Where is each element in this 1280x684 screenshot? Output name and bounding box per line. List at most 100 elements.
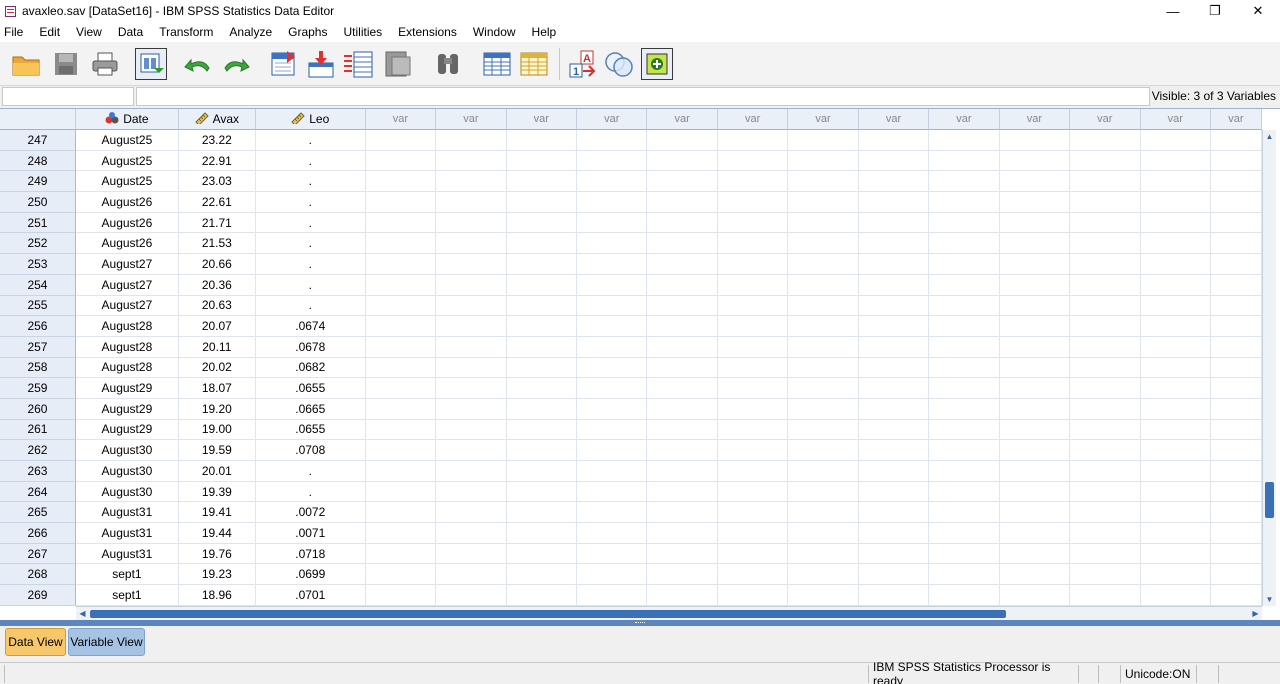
cell-empty[interactable] [999, 543, 1071, 565]
cell-empty[interactable] [436, 502, 507, 524]
cell-empty[interactable] [858, 357, 930, 379]
cell-empty[interactable] [577, 274, 648, 296]
cell-empty[interactable] [647, 543, 718, 565]
cell-empty[interactable] [365, 481, 437, 503]
cell-empty[interactable] [999, 150, 1071, 172]
cell-empty[interactable] [929, 171, 1000, 193]
cell-empty[interactable] [577, 502, 648, 524]
cell-empty[interactable] [436, 523, 507, 544]
cell-date[interactable]: August31 [75, 543, 179, 565]
cell-empty[interactable] [436, 150, 507, 172]
menu-transform[interactable]: Transform [151, 22, 221, 42]
cell-empty[interactable] [436, 461, 507, 482]
insert-cases-icon[interactable] [481, 48, 513, 80]
cell-empty[interactable] [717, 274, 789, 296]
cell-empty[interactable] [788, 150, 859, 172]
cell-empty[interactable] [1210, 336, 1262, 358]
cell-empty[interactable] [506, 254, 578, 275]
cell-empty[interactable] [929, 357, 1000, 379]
cell-empty[interactable] [365, 357, 437, 379]
go-to-variable-icon[interactable] [305, 48, 337, 80]
cell-date[interactable]: August31 [75, 502, 179, 524]
menu-file[interactable]: File [0, 22, 31, 42]
row-number[interactable]: 264 [0, 481, 76, 503]
horizontal-scroll-thumb[interactable] [90, 610, 1007, 618]
cell-empty[interactable] [1210, 502, 1262, 524]
cell-empty[interactable] [1140, 295, 1211, 317]
cell-empty[interactable] [858, 150, 930, 172]
cell-empty[interactable] [858, 502, 930, 524]
cell-leo[interactable]: . [255, 295, 366, 317]
cell-empty[interactable] [506, 336, 578, 358]
cell-date[interactable]: August30 [75, 461, 179, 482]
menu-edit[interactable]: Edit [31, 22, 68, 42]
cell-empty[interactable] [506, 150, 578, 172]
insert-variable-icon[interactable] [518, 48, 550, 80]
cell-empty[interactable] [717, 357, 789, 379]
cell-empty[interactable] [436, 254, 507, 275]
column-header-var[interactable]: var [1070, 109, 1141, 130]
cell-date[interactable]: August30 [75, 440, 179, 461]
cell-leo[interactable]: .0665 [255, 398, 366, 420]
cell-empty[interactable] [647, 481, 718, 503]
cell-empty[interactable] [577, 585, 648, 606]
cell-empty[interactable] [717, 585, 789, 606]
cell-empty[interactable] [788, 316, 859, 337]
cell-empty[interactable] [999, 212, 1071, 234]
cell-empty[interactable] [1210, 254, 1262, 275]
column-header-var[interactable]: var [929, 109, 1000, 130]
cell-empty[interactable] [1140, 585, 1211, 606]
cell-avax[interactable]: 20.36 [178, 274, 256, 296]
cell-empty[interactable] [1070, 378, 1141, 399]
row-number[interactable]: 251 [0, 212, 76, 234]
cell-empty[interactable] [1140, 233, 1211, 255]
cell-empty[interactable] [647, 336, 718, 358]
cell-value-field[interactable] [136, 87, 1150, 106]
cell-empty[interactable] [717, 295, 789, 317]
cell-date[interactable]: August25 [75, 130, 179, 151]
cell-empty[interactable] [647, 130, 718, 151]
cell-empty[interactable] [365, 564, 437, 586]
cell-avax[interactable]: 19.00 [178, 419, 256, 441]
cell-empty[interactable] [577, 357, 648, 379]
scroll-down-icon[interactable]: ▼ [1263, 593, 1276, 606]
cell-empty[interactable] [999, 295, 1071, 317]
cell-empty[interactable] [436, 316, 507, 337]
cell-date[interactable]: sept1 [75, 585, 179, 606]
cell-empty[interactable] [999, 419, 1071, 441]
cell-avax[interactable]: 19.41 [178, 502, 256, 524]
cell-empty[interactable] [1210, 543, 1262, 565]
cell-empty[interactable] [1210, 585, 1262, 606]
menu-window[interactable]: Window [465, 22, 524, 42]
cell-leo[interactable]: . [255, 130, 366, 151]
cell-empty[interactable] [717, 171, 789, 193]
cell-empty[interactable] [577, 543, 648, 565]
cell-empty[interactable] [1210, 481, 1262, 503]
run-descriptives-icon[interactable] [382, 48, 414, 80]
open-folder-icon[interactable] [10, 48, 42, 80]
cell-date[interactable]: August30 [75, 481, 179, 503]
cell-empty[interactable] [717, 192, 789, 213]
row-number[interactable]: 258 [0, 357, 76, 379]
cell-empty[interactable] [365, 419, 437, 441]
cell-empty[interactable] [1210, 357, 1262, 379]
cell-empty[interactable] [1140, 192, 1211, 213]
cell-empty[interactable] [858, 543, 930, 565]
cell-empty[interactable] [647, 150, 718, 172]
cell-empty[interactable] [858, 295, 930, 317]
cell-leo[interactable]: .0071 [255, 523, 366, 544]
cell-empty[interactable] [647, 254, 718, 275]
cell-avax[interactable]: 20.07 [178, 316, 256, 337]
column-header-var[interactable]: var [436, 109, 507, 130]
cell-empty[interactable] [999, 398, 1071, 420]
cell-empty[interactable] [577, 564, 648, 586]
cell-empty[interactable] [1140, 523, 1211, 544]
cell-empty[interactable] [858, 171, 930, 193]
cell-empty[interactable] [717, 543, 789, 565]
cell-date[interactable]: August29 [75, 419, 179, 441]
go-to-case-icon[interactable] [268, 48, 300, 80]
scroll-left-icon[interactable]: ◀ [76, 607, 89, 620]
cell-empty[interactable] [929, 254, 1000, 275]
row-number[interactable]: 255 [0, 295, 76, 317]
cell-avax[interactable]: 18.07 [178, 378, 256, 399]
